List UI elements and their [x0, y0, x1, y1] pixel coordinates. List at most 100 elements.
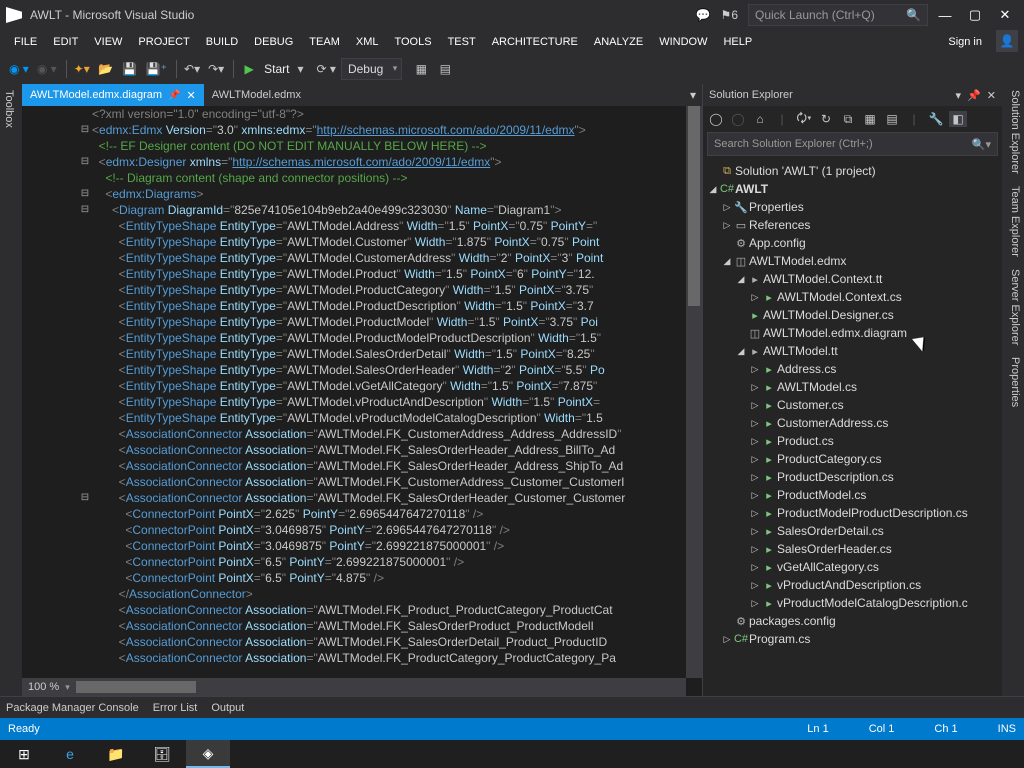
code-content[interactable]: <?xml version="1.0" encoding="utf-8"?><e… — [92, 106, 686, 678]
menu-file[interactable]: FILE — [6, 30, 45, 54]
tab-package-manager-console[interactable]: Package Manager Console — [6, 702, 139, 714]
tab-properties[interactable]: Properties — [1002, 351, 1024, 413]
close-icon[interactable]: ✕ — [187, 89, 196, 102]
menu-build[interactable]: BUILD — [198, 30, 246, 54]
fold-toggle[interactable]: ⊟ — [80, 492, 90, 503]
menu-tools[interactable]: TOOLS — [386, 30, 439, 54]
xml-stylesheet-button[interactable]: ▤ — [434, 58, 456, 80]
menu-test[interactable]: TEST — [440, 30, 484, 54]
fold-toggle[interactable]: ⊟ — [80, 156, 90, 167]
tree-node[interactable]: ◢◫AWLTModel.edmx — [703, 252, 1002, 270]
tree-node[interactable]: ▷▸ProductCategory.cs — [703, 450, 1002, 468]
menu-edit[interactable]: EDIT — [45, 30, 86, 54]
open-file-button[interactable]: 📂 — [95, 58, 117, 80]
tree-node[interactable]: ▷▸CustomerAddress.cs — [703, 414, 1002, 432]
tree-node[interactable]: ▸AWLTModel.Designer.cs — [703, 306, 1002, 324]
tree-node[interactable]: ⧉Solution 'AWLT' (1 project) — [703, 162, 1002, 180]
tree-node[interactable]: ◢▸AWLTModel.tt — [703, 342, 1002, 360]
menu-xml[interactable]: XML — [348, 30, 387, 54]
menu-analyze[interactable]: ANALYZE — [586, 30, 651, 54]
menu-view[interactable]: VIEW — [86, 30, 130, 54]
notifications-flag[interactable]: ⚑6 — [721, 8, 738, 22]
redo-button[interactable]: ↷▾ — [205, 58, 227, 80]
start-label[interactable]: Start — [264, 62, 289, 76]
tree-node[interactable]: ▷▸SalesOrderDetail.cs — [703, 522, 1002, 540]
taskbar-explorer-icon[interactable]: 📁 — [94, 740, 138, 768]
maximize-button[interactable]: ▢ — [962, 7, 988, 23]
vertical-scrollbar[interactable] — [686, 106, 702, 678]
configuration-combo[interactable]: Debug — [341, 58, 402, 80]
forward-icon[interactable]: ◯ — [729, 112, 747, 126]
tab-awltmodel-edmx[interactable]: AWLTModel.edmx — [204, 84, 309, 106]
fold-toggle[interactable]: ⊟ — [80, 188, 90, 199]
fold-toggle[interactable]: ⊟ — [80, 124, 90, 135]
tree-node[interactable]: ▷▸ProductDescription.cs — [703, 468, 1002, 486]
minimize-button[interactable]: — — [932, 8, 958, 23]
tree-node[interactable]: ⚙App.config — [703, 234, 1002, 252]
toolbox-tab[interactable]: Toolbox — [0, 84, 22, 696]
menu-help[interactable]: HELP — [715, 30, 760, 54]
properties-icon[interactable]: ▤ — [883, 112, 901, 126]
tree-node[interactable]: ◢C#AWLT — [703, 180, 1002, 198]
collapse-icon[interactable]: ⧉ — [839, 112, 857, 127]
panel-close-icon[interactable]: ✕ — [987, 89, 996, 102]
horizontal-scrollbar[interactable]: 100 % ▾ — [22, 678, 686, 696]
tabstrip-overflow[interactable]: ▾ — [684, 84, 702, 106]
menu-window[interactable]: WINDOW — [651, 30, 715, 54]
tree-node[interactable]: ▷▸ProductModelProductDescription.cs — [703, 504, 1002, 522]
refresh-icon[interactable]: ↻ — [817, 112, 835, 126]
pin-icon[interactable]: 📌 — [168, 90, 180, 101]
browser-refresh-button[interactable]: ⟳ ▾ — [314, 58, 339, 80]
solution-tree[interactable]: ⧉Solution 'AWLT' (1 project)◢C#AWLT▷🔧Pro… — [703, 160, 1002, 696]
tree-node[interactable]: ▷▸Customer.cs — [703, 396, 1002, 414]
undo-button[interactable]: ↶▾ — [181, 58, 203, 80]
tree-node[interactable]: ▷▸ProductModel.cs — [703, 486, 1002, 504]
zoom-level[interactable]: 100 % — [22, 681, 65, 693]
panel-dropdown-icon[interactable]: ▾ — [956, 89, 962, 102]
solution-search-input[interactable]: Search Solution Explorer (Ctrl+;) 🔍▾ — [707, 132, 998, 156]
tree-node[interactable]: ▷▭References — [703, 216, 1002, 234]
scrollbar-thumb[interactable] — [688, 106, 700, 306]
tab-solution-explorer[interactable]: Solution Explorer — [1002, 84, 1024, 180]
tab-output[interactable]: Output — [211, 702, 244, 714]
tree-node[interactable]: ▷C#Program.cs — [703, 630, 1002, 648]
show-all-icon[interactable]: ▦ — [861, 112, 879, 126]
tree-node[interactable]: ◢▸AWLTModel.Context.tt — [703, 270, 1002, 288]
start-button[interactable]: ⊞ — [2, 740, 46, 768]
fold-toggle[interactable]: ⊟ — [80, 204, 90, 215]
tab-error-list[interactable]: Error List — [153, 702, 198, 714]
sync-icon[interactable]: 🗘▾ — [795, 109, 813, 130]
taskbar-sql-icon[interactable]: 🗄 — [140, 740, 184, 768]
start-debug-button[interactable]: ▶ — [238, 58, 260, 80]
taskbar-vs-icon[interactable]: ◈ — [186, 740, 230, 768]
tab-awltmodel-diagram[interactable]: AWLTModel.edmx.diagram 📌 ✕ — [22, 84, 204, 106]
nav-forward-button[interactable]: ◉ ▾ — [34, 58, 60, 80]
menu-team[interactable]: TEAM — [301, 30, 348, 54]
tree-node[interactable]: ⚙packages.config — [703, 612, 1002, 630]
tree-node[interactable]: ▷▸AWLTModel.cs — [703, 378, 1002, 396]
new-project-button[interactable]: ✦▾ — [71, 58, 93, 80]
tree-node[interactable]: ▷▸vProductAndDescription.cs — [703, 576, 1002, 594]
menu-project[interactable]: PROJECT — [130, 30, 197, 54]
xml-schema-button[interactable]: ▦ — [410, 58, 432, 80]
panel-pin-icon[interactable]: 📌 — [967, 89, 981, 102]
start-dropdown[interactable]: ▾ — [290, 58, 312, 80]
back-icon[interactable]: ◯ — [707, 112, 725, 126]
close-button[interactable]: ✕ — [992, 7, 1018, 23]
feedback-icon[interactable]: 💬 — [696, 8, 711, 22]
save-all-button[interactable]: 💾⁺ — [143, 58, 170, 80]
tree-node[interactable]: ◫AWLTModel.edmx.diagram — [703, 324, 1002, 342]
preview-icon[interactable]: ◧ — [949, 111, 967, 127]
sign-in-link[interactable]: Sign in — [938, 30, 992, 54]
xml-editor[interactable]: ⊟ ⊟ ⊟ ⊟ ⊟ <?xml version="1.0" encoding="utf-… — [22, 106, 702, 696]
wrench-icon[interactable]: 🔧 — [927, 112, 945, 126]
tree-node[interactable]: ▷▸Address.cs — [703, 360, 1002, 378]
quick-launch-input[interactable]: Quick Launch (Ctrl+Q) 🔍 — [748, 4, 928, 26]
nav-back-button[interactable]: ◉ ▾ — [6, 58, 32, 80]
taskbar-ie-icon[interactable]: e — [48, 740, 92, 768]
tree-node[interactable]: ▷▸vProductModelCatalogDescription.c — [703, 594, 1002, 612]
menu-debug[interactable]: DEBUG — [246, 30, 301, 54]
scrollbar-thumb[interactable] — [76, 681, 196, 693]
tab-server-explorer[interactable]: Server Explorer — [1002, 263, 1024, 351]
tree-node[interactable]: ▷▸vGetAllCategory.cs — [703, 558, 1002, 576]
